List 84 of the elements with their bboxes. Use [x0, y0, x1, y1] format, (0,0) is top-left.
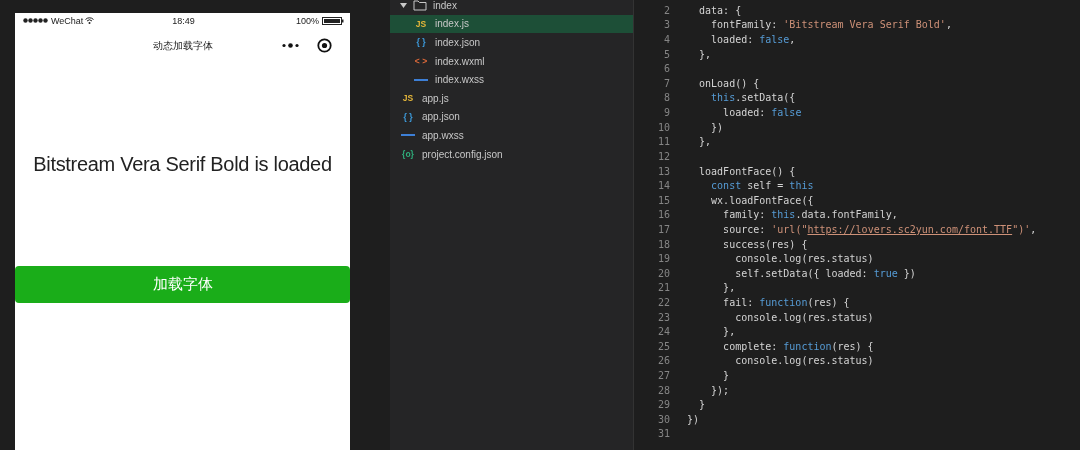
code-line: },	[698, 136, 712, 148]
file-icon: {o}	[400, 149, 416, 160]
code-line: fail: function(res) {	[722, 297, 850, 308]
line-number: 30	[656, 413, 670, 425]
file-icon: JS	[413, 18, 429, 29]
code-line: },	[698, 48, 712, 60]
line-number: 19	[656, 253, 670, 265]
line-number: 8	[662, 92, 670, 104]
code-line: self.setData({ loaded: true })	[734, 267, 916, 279]
carrier-name: WeChat	[51, 15, 84, 26]
file-tree-item[interactable]: index.wxss	[390, 70, 633, 89]
line-number: 6	[662, 63, 670, 75]
caret-icon[interactable]	[400, 1, 407, 9]
code-line: },	[722, 282, 736, 294]
line-number: 24	[656, 326, 670, 338]
code-line: }	[698, 399, 706, 411]
line-number: 11	[656, 136, 670, 148]
file-tree-item[interactable]: < > index.wxml	[390, 51, 633, 71]
code-line: },	[722, 326, 736, 338]
line-number: 15	[656, 194, 670, 206]
more-icon[interactable]	[282, 43, 299, 48]
code-line: family: this.data.fontFamily,	[722, 209, 898, 221]
line-number: 17	[656, 223, 670, 235]
file-tree-item[interactable]: index	[390, 0, 633, 15]
line-number: 13	[656, 165, 670, 177]
line-number: 27	[656, 370, 670, 382]
code-line: loaded: false	[722, 107, 802, 119]
code-line: console.log(res.status)	[734, 253, 874, 265]
line-number: 5	[662, 48, 670, 60]
line-number: 29	[656, 399, 670, 411]
code-line: fontFamily: 'Bitstream Vera Serif Bold',	[710, 19, 952, 31]
code-line: console.log(res.status)	[734, 311, 874, 323]
file-icon: { }	[400, 111, 416, 122]
line-number: 21	[656, 282, 670, 294]
code-line: data: {	[698, 4, 742, 16]
line-number: 28	[656, 384, 670, 396]
file-tree-item[interactable]: { } index.json	[390, 33, 633, 52]
code-line: console.log(res.status)	[734, 355, 874, 367]
code-line: loadFontFace() {	[698, 165, 796, 177]
record-icon[interactable]	[317, 38, 332, 53]
code-line: this.setData({	[710, 92, 796, 104]
page-title: 动态加载字体	[152, 38, 213, 53]
file-icon: { }	[413, 37, 429, 48]
code-line: loaded: false,	[710, 34, 796, 45]
clock-time: 18:49	[172, 15, 195, 26]
line-number: 22	[656, 297, 670, 308]
code-line: onLoad() {	[698, 77, 760, 89]
line-number: 18	[656, 238, 670, 250]
line-number: 16	[656, 209, 670, 221]
line-number: 25	[656, 340, 670, 352]
folder-icon	[413, 0, 427, 11]
line-number: 26	[656, 355, 670, 367]
code-line: source: 'url("https://lovers.sc2yun.com/font.TTF")',	[722, 223, 1037, 235]
code-line: });	[710, 384, 730, 396]
line-number: 3	[662, 19, 670, 31]
status-message: Bitstream Vera Serif Bold is loaded	[32, 153, 333, 176]
file-tree-item[interactable]: {o} project.config.json	[390, 144, 633, 164]
file-tree-item[interactable]: { } app.json	[390, 107, 633, 127]
battery-percent: 100%	[295, 15, 319, 26]
line-number: 9	[662, 107, 670, 119]
file-tree-item[interactable]: JS index.js	[390, 14, 633, 34]
file-icon: JS	[400, 93, 416, 104]
line-number: 14	[656, 180, 670, 192]
code-line: wx.loadFontFace({	[710, 194, 814, 206]
code-line: const self = this	[710, 180, 814, 192]
line-number: 7	[662, 77, 670, 89]
code-line: complete: function(res) {	[722, 340, 874, 352]
battery-icon	[322, 16, 344, 25]
file-tree-item[interactable]: JS app.js	[390, 88, 633, 108]
line-number: 12	[656, 150, 670, 162]
code-line: })	[710, 121, 724, 133]
file-tree-item[interactable]: app.wxss	[390, 126, 633, 145]
file-icon: < >	[413, 56, 429, 67]
wifi-icon	[85, 17, 95, 24]
line-number: 10	[656, 121, 670, 133]
line-number: 20	[656, 267, 670, 279]
line-number: 31	[656, 428, 670, 440]
code-line: success(res) {	[722, 238, 808, 250]
code-line: })	[687, 413, 700, 425]
line-number: 4	[662, 34, 670, 45]
line-number: 2	[662, 4, 670, 16]
code-line: }	[722, 370, 730, 382]
signal-icon	[23, 18, 49, 23]
line-number: 23	[656, 311, 670, 323]
